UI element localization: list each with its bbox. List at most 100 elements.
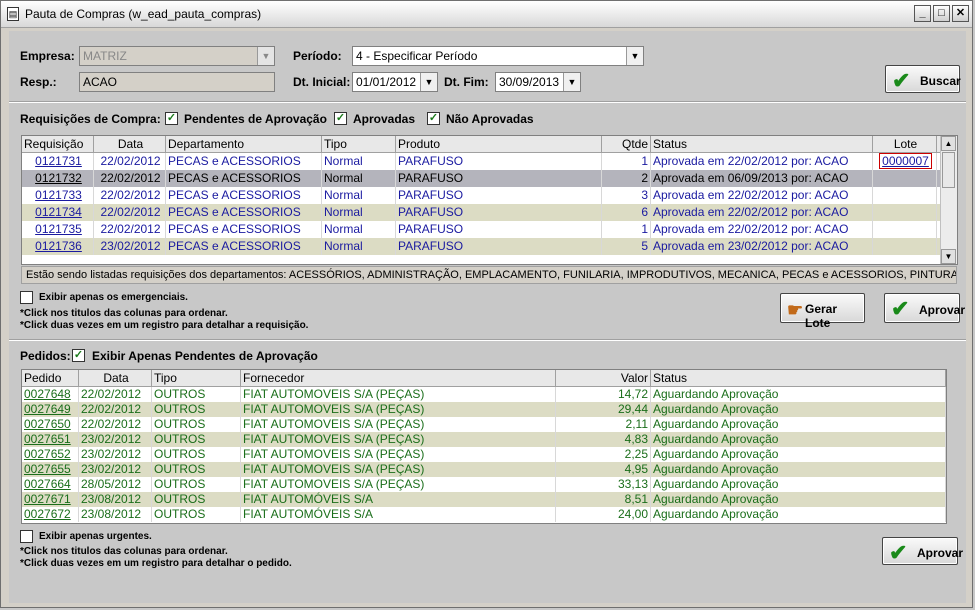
cell-pedido[interactable]: 0027651 (22, 432, 79, 447)
urgentes-label: Exibir apenas urgentes. (39, 531, 152, 542)
empresa-value: MATRIZ (83, 49, 127, 63)
table-row[interactable]: 0121736 23/02/2012 PECAS e ACESSORIOS Norma… (22, 238, 943, 255)
col-status[interactable]: Status (651, 370, 946, 386)
emergenciais-checkbox[interactable] (20, 291, 33, 304)
dt-inicial-field[interactable]: 01/01/2012 ▼ (352, 72, 438, 92)
cell-pedido[interactable]: 0027650 (22, 417, 79, 432)
ped-hint-detalhar: *Click duas vezes em um registro para de… (20, 558, 292, 569)
cell-tipo: OUTROS (152, 447, 241, 462)
maximize-button[interactable]: □ (933, 5, 950, 22)
cell-tipo: OUTROS (152, 387, 241, 402)
table-row[interactable]: 0121732 22/02/2012 PECAS e ACESSORIOS Norma… (22, 170, 943, 187)
lote-link[interactable]: 0000007 (879, 153, 932, 169)
cell-pedido[interactable]: 0027672 (22, 507, 79, 522)
check-icon: ✔ (892, 68, 911, 93)
cell-pedido[interactable]: 0027649 (22, 402, 79, 417)
resp-field[interactable]: ACAO (79, 72, 275, 92)
table-row[interactable]: 0121735 22/02/2012 PECAS e ACESSORIOS Norma… (22, 221, 943, 238)
table-row[interactable]: 0027650 22/02/2012 OUTROS FIAT AUTOMOVEIS S… (22, 417, 946, 432)
cell-pedido[interactable]: 0027652 (22, 447, 79, 462)
cell-req[interactable]: 0121736 (22, 238, 94, 255)
cell-qtde: 2 (602, 170, 651, 187)
aprovar-pedidos-button[interactable]: ✔ Aprovar (882, 537, 963, 565)
cell-valor: 4,83 (556, 432, 651, 447)
table-row[interactable]: 0027671 23/08/2012 OUTROS FIAT AUTOMÓVEIS S… (22, 492, 946, 507)
cell-req[interactable]: 0121735 (22, 221, 94, 238)
cell-produto: PARAFUSO (396, 238, 602, 255)
dt-inicial-calendar-icon[interactable]: ▼ (420, 73, 437, 91)
aprovadas-checkbox[interactable]: ✓ (334, 112, 347, 125)
table-row[interactable]: 0121733 22/02/2012 PECAS e ACESSORIOS Norma… (22, 187, 943, 204)
urgentes-checkbox[interactable] (20, 530, 33, 543)
cell-pedido[interactable]: 0027648 (22, 387, 79, 402)
cell-produto: PARAFUSO (396, 204, 602, 221)
col-produto[interactable]: Produto (396, 136, 602, 152)
cell-status: Aguardando Aprovação (651, 432, 946, 447)
pedidos-grid-header: Pedido Data Tipo Fornecedor Valor Status (22, 370, 946, 387)
scroll-up-icon[interactable]: ▲ (941, 136, 956, 151)
pendentes-checkbox[interactable]: ✓ (165, 112, 178, 125)
table-row[interactable]: 0027651 23/02/2012 OUTROS FIAT AUTOMOVEIS S… (22, 432, 946, 447)
cell-status: Aguardando Aprovação (651, 402, 946, 417)
minimize-button[interactable]: _ (914, 5, 931, 22)
col-data[interactable]: Data (94, 136, 166, 152)
dt-inicial-value: 01/01/2012 (356, 75, 417, 89)
empresa-dropdown-icon[interactable]: ▼ (257, 47, 274, 65)
cell-req[interactable]: 0121732 (22, 170, 94, 187)
aprovar-requisicoes-button[interactable]: ✔ Aprovar (884, 293, 965, 323)
aprovar-pedidos-label: Aprovar (917, 546, 964, 560)
col-tipo[interactable]: Tipo (152, 370, 241, 386)
cell-produto: PARAFUSO (396, 221, 602, 238)
cell-req[interactable]: 0121734 (22, 204, 94, 221)
scroll-thumb[interactable] (942, 152, 955, 188)
table-row[interactable]: 0027652 23/02/2012 OUTROS FIAT AUTOMOVEIS S… (22, 447, 946, 462)
table-row[interactable]: 0027655 23/02/2012 OUTROS FIAT AUTOMOVEIS S… (22, 462, 946, 477)
cell-valor: 24,00 (556, 507, 651, 522)
table-row[interactable]: 0027648 22/02/2012 OUTROS FIAT AUTOMOVEIS S… (22, 387, 946, 402)
gerar-lote-button[interactable]: ☛ Gerar Lote (780, 293, 865, 330)
scroll-down-icon[interactable]: ▼ (941, 249, 956, 264)
cell-valor: 8,51 (556, 492, 651, 507)
title-bar[interactable]: ▤ Pauta de Compras (w_ead_pauta_compras)… (1, 1, 972, 28)
dt-fim-calendar-icon[interactable]: ▼ (563, 73, 580, 91)
pedidos-grid[interactable]: Pedido Data Tipo Fornecedor Valor Status… (21, 369, 947, 524)
col-pedido[interactable]: Pedido (22, 370, 79, 386)
table-row[interactable]: 0121734 22/02/2012 PECAS e ACESSORIOS Norma… (22, 204, 943, 221)
cell-pedido[interactable]: 0027671 (22, 492, 79, 507)
close-button[interactable]: ✕ (952, 5, 969, 22)
col-data[interactable]: Data (79, 370, 152, 386)
col-tipo[interactable]: Tipo (322, 136, 396, 152)
cell-tipo: OUTROS (152, 477, 241, 492)
requisicoes-scrollbar[interactable]: ▲ ▼ (940, 136, 957, 264)
pedidos-label: Pedidos: (20, 349, 71, 363)
table-row[interactable]: 0121731 22/02/2012 PECAS e ACESSORIOS Norma… (22, 153, 943, 170)
cell-pedido[interactable]: 0027655 (22, 462, 79, 477)
periodo-dropdown-icon[interactable]: ▼ (626, 47, 643, 65)
col-qtde[interactable]: Qtde (602, 136, 651, 152)
buscar-button[interactable]: ✔ Buscar (885, 65, 961, 93)
table-row[interactable]: 0027649 22/02/2012 OUTROS FIAT AUTOMOVEIS S… (22, 402, 946, 417)
col-fornecedor[interactable]: Fornecedor (241, 370, 556, 386)
col-status[interactable]: Status (651, 136, 873, 152)
requisicoes-grid[interactable]: Requisição Data Departamento Tipo Produt… (21, 135, 958, 265)
empresa-select[interactable]: MATRIZ ▼ (79, 46, 275, 66)
cell-req[interactable]: 0121733 (22, 187, 94, 204)
cell-fornecedor: FIAT AUTOMOVEIS S/A (PEÇAS) (241, 477, 556, 492)
cell-pedido[interactable]: 0027664 (22, 477, 79, 492)
cell-valor: 33,13 (556, 477, 651, 492)
nao-aprovadas-checkbox[interactable]: ✓ (427, 112, 440, 125)
col-lote[interactable]: Lote (873, 136, 937, 152)
col-departamento[interactable]: Departamento (166, 136, 322, 152)
cell-req[interactable]: 0121731 (22, 153, 94, 170)
periodo-select[interactable]: 4 - Especificar Período ▼ (352, 46, 644, 66)
cell-data: 22/02/2012 (79, 387, 152, 402)
table-row[interactable]: 0027672 23/08/2012 OUTROS FIAT AUTOMÓVEIS S… (22, 507, 946, 522)
table-row[interactable]: 0027664 28/05/2012 OUTROS FIAT AUTOMOVEIS S… (22, 477, 946, 492)
pedidos-pendentes-checkbox[interactable]: ✓ (72, 349, 85, 362)
col-valor[interactable]: Valor (556, 370, 651, 386)
dt-fim-field[interactable]: 30/09/2013 ▼ (495, 72, 581, 92)
cell-status: Aprovada em 06/09/2013 por: ACAO (651, 170, 873, 187)
col-requisicao[interactable]: Requisição (22, 136, 94, 152)
departamentos-info-bar: Estão sendo listadas requisições dos dep… (21, 266, 957, 284)
cell-fornecedor: FIAT AUTOMOVEIS S/A (PEÇAS) (241, 387, 556, 402)
